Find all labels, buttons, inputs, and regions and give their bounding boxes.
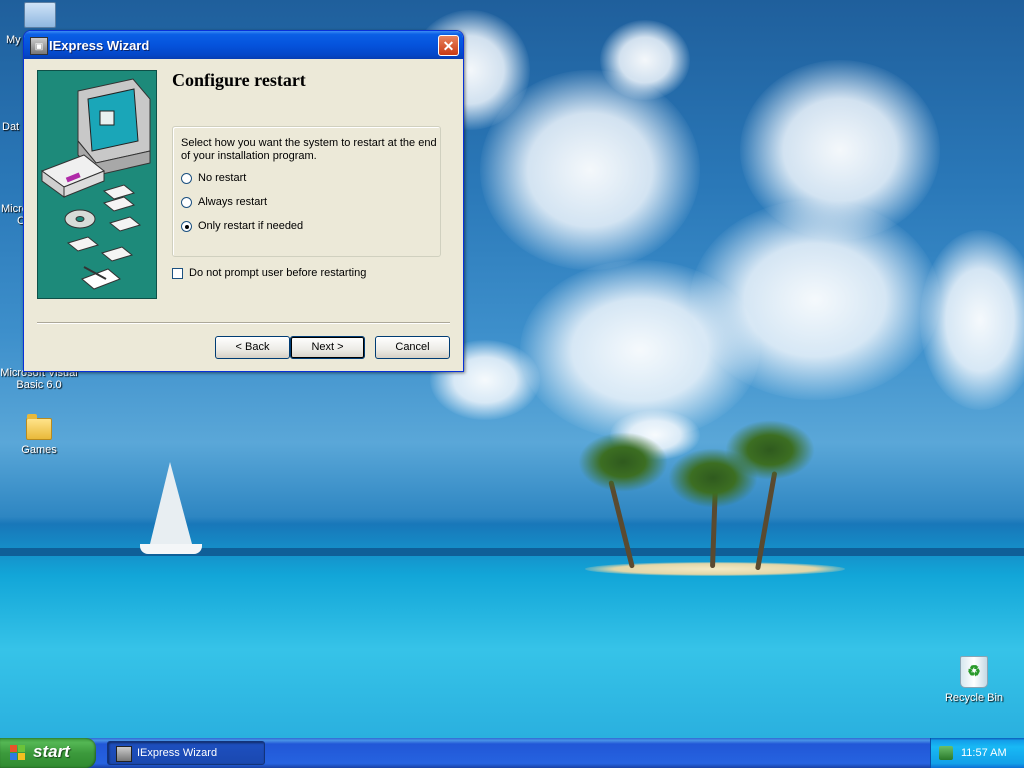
radio-button[interactable] xyxy=(181,172,192,184)
clock[interactable]: 11:57 AM xyxy=(961,747,1007,759)
title-bar[interactable]: ▣ IExpress Wizard ✕ xyxy=(24,31,463,59)
instructions-text: Select how you want the system to restar… xyxy=(181,137,437,162)
desktop-icon-label: Basic 6.0 xyxy=(16,379,62,391)
system-tray: 11:57 AM xyxy=(930,738,1024,768)
network-icon[interactable] xyxy=(939,746,953,760)
computer-icon xyxy=(24,2,56,28)
checkbox-label: Do not prompt user before restarting xyxy=(189,267,367,279)
desktop-icon-data[interactable]: Dat xyxy=(2,121,19,133)
desktop-icon-label: Games xyxy=(21,444,57,456)
sailboat-sail xyxy=(150,462,192,544)
radio-label: No restart xyxy=(198,172,247,184)
wizard-body: Configure restart Select how you want th… xyxy=(27,59,460,368)
windows-logo-icon xyxy=(10,745,26,761)
taskbar-item-iexpress-wizard[interactable]: IExpress Wizard xyxy=(107,741,265,765)
cloud xyxy=(480,70,700,270)
start-button[interactable]: start xyxy=(0,738,96,768)
page-title: Configure restart xyxy=(172,70,306,90)
desktop-icon-games[interactable]: Games xyxy=(14,414,64,456)
desktop-icon-label: Dat xyxy=(2,121,20,133)
radio-always-restart[interactable]: Always restart xyxy=(181,195,267,209)
next-button[interactable]: Next > xyxy=(290,336,365,359)
back-button[interactable]: < Back xyxy=(215,336,290,359)
restart-options-group: Select how you want the system to restar… xyxy=(172,126,441,257)
folder-icon xyxy=(26,414,52,440)
cloud xyxy=(600,20,690,100)
radio-label: Only restart if needed xyxy=(198,220,304,232)
sailboat-hull xyxy=(140,544,202,554)
window-title: IExpress Wizard xyxy=(49,38,150,53)
close-button[interactable]: ✕ xyxy=(438,35,459,56)
radio-label: Always restart xyxy=(198,196,268,208)
checkbox-no-prompt[interactable]: Do not prompt user before restarting xyxy=(172,266,366,280)
computer-setup-illustration xyxy=(40,78,151,290)
radio-button-selected[interactable] xyxy=(181,220,192,232)
radio-no-restart[interactable]: No restart xyxy=(181,171,246,185)
radio-button[interactable] xyxy=(181,196,192,208)
cancel-button[interactable]: Cancel xyxy=(375,336,450,359)
iexpress-wizard-window: ▣ IExpress Wizard ✕ Configure restart Se… xyxy=(23,30,464,372)
desktop-icon-label: Recycle Bin xyxy=(944,692,1004,704)
recycle-bin-icon: ♻ xyxy=(960,656,988,688)
desktop-icon-recycle-bin[interactable]: ♻ Recycle Bin xyxy=(940,656,1008,704)
checkbox[interactable] xyxy=(172,267,183,279)
palm-leaves xyxy=(725,420,815,480)
cloud xyxy=(920,230,1024,410)
palm-leaves xyxy=(578,432,668,492)
radio-only-restart-if-needed[interactable]: Only restart if needed xyxy=(181,219,303,233)
start-label: start xyxy=(33,742,70,761)
app-icon: ▣ xyxy=(30,37,48,55)
separator xyxy=(37,322,450,324)
taskbar-item-label: IExpress Wizard xyxy=(137,747,218,759)
taskbar: start IExpress Wizard 11:57 AM xyxy=(0,738,1024,768)
app-icon xyxy=(116,746,132,762)
close-icon: ✕ xyxy=(442,38,455,54)
wizard-graphic xyxy=(37,70,157,299)
